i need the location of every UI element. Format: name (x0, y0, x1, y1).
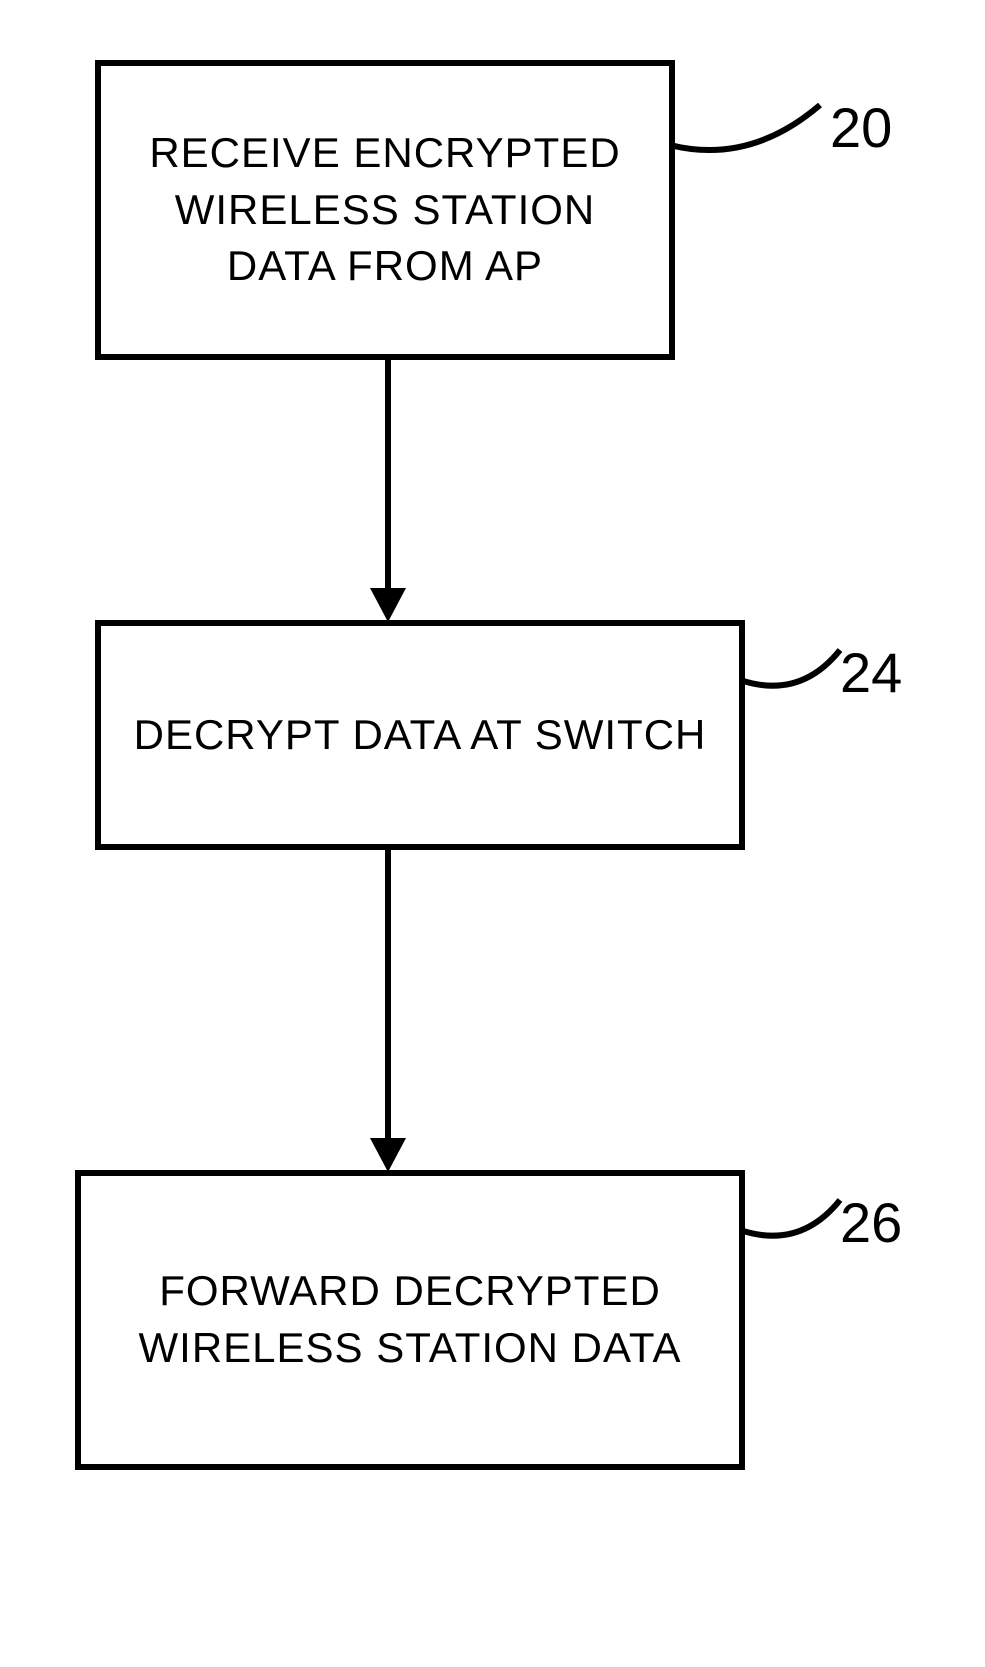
step-ref-2: 24 (840, 640, 902, 705)
step-box-1: RECEIVE ENCRYPTED WIRELESS STATION DATA … (95, 60, 675, 360)
step-box-2: DECRYPT DATA AT SWITCH (95, 620, 745, 850)
step-box-3: FORWARD DECRYPTED WIRELESS STATION DATA (75, 1170, 745, 1470)
step-ref-1: 20 (830, 95, 892, 160)
arrowhead-2 (370, 1138, 406, 1172)
arrow-1 (385, 360, 391, 592)
step-ref-3: 26 (840, 1190, 902, 1255)
step-text-3: FORWARD DECRYPTED WIRELESS STATION DATA (101, 1263, 719, 1376)
callout-curve-1 (670, 75, 840, 175)
arrow-2 (385, 850, 391, 1140)
arrowhead-1 (370, 588, 406, 622)
step-text-1: RECEIVE ENCRYPTED WIRELESS STATION DATA … (121, 125, 649, 295)
flowchart-container: RECEIVE ENCRYPTED WIRELESS STATION DATA … (0, 0, 985, 1667)
step-text-2: DECRYPT DATA AT SWITCH (134, 707, 707, 764)
